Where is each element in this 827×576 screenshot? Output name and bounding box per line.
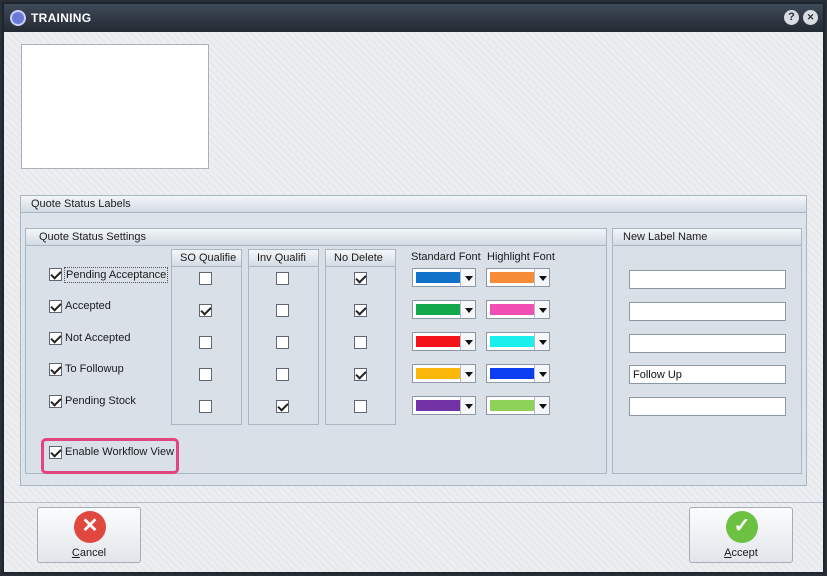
chevron-down-icon (460, 333, 475, 350)
row-label: Pending Stock (65, 395, 136, 407)
chevron-down-icon (534, 333, 549, 350)
new-label-name-header: New Label Name (613, 229, 801, 246)
cancel-x-icon: ✕ (74, 511, 106, 543)
color-swatch (416, 272, 460, 283)
cancel-button[interactable]: ✕ Cancel (37, 507, 141, 563)
close-icon[interactable]: ✕ (803, 10, 818, 25)
annotation-highlight-box (41, 438, 179, 474)
window-client-area: Quote Status Labels Quote Status Setting… (4, 32, 823, 572)
color-swatch (490, 400, 534, 411)
title-bar[interactable]: TRAINING ? ✕ (4, 4, 823, 32)
chevron-down-icon (460, 397, 475, 414)
standard-font-color-dropdown[interactable] (412, 300, 476, 319)
inv-qualified-checkbox[interactable] (276, 304, 289, 317)
row-enabled-checkbox[interactable] (49, 332, 62, 345)
standard-font-color-dropdown[interactable] (412, 332, 476, 351)
no-delete-checkbox[interactable] (354, 304, 367, 317)
color-swatch (416, 304, 460, 315)
new-label-input-3[interactable] (629, 334, 786, 353)
accept-mnemonic: A (724, 547, 732, 559)
training-window: TRAINING ? ✕ Quote Status Labels Quote S… (2, 2, 825, 574)
new-label-name-panel: New Label Name (612, 228, 802, 474)
color-swatch (416, 368, 460, 379)
inv-qualified-checkbox[interactable] (276, 272, 289, 285)
window-title: TRAINING (31, 11, 92, 25)
highlight-font-color-dropdown[interactable] (486, 396, 550, 415)
color-swatch (490, 272, 534, 283)
row-enabled-checkbox[interactable] (49, 300, 62, 313)
new-label-input-5[interactable] (629, 397, 786, 416)
no-delete-checkbox[interactable] (354, 336, 367, 349)
chevron-down-icon (460, 365, 475, 382)
color-swatch (416, 400, 460, 411)
accept-button-label: Accept (690, 547, 792, 559)
highlight-font-color-dropdown[interactable] (486, 300, 550, 319)
color-swatch (490, 336, 534, 347)
no-delete-header[interactable]: No Delete (325, 249, 396, 266)
cancel-button-label: Cancel (38, 547, 140, 559)
row-enabled-checkbox[interactable] (49, 268, 62, 281)
chevron-down-icon (460, 269, 475, 286)
color-swatch (416, 336, 460, 347)
so-qualified-checkbox[interactable] (199, 304, 212, 317)
standard-font-color-dropdown[interactable] (412, 268, 476, 287)
cancel-mnemonic: C (71, 547, 80, 559)
quote-status-settings-header: Quote Status Settings (26, 229, 606, 246)
so-qualified-checkbox[interactable] (199, 368, 212, 381)
row-label: Pending Acceptance (64, 267, 169, 283)
accept-button[interactable]: ✓ Accept (689, 507, 793, 563)
chevron-down-icon (534, 365, 549, 382)
quote-status-labels-header: Quote Status Labels (21, 196, 806, 213)
no-delete-checkbox[interactable] (354, 272, 367, 285)
row-enabled-checkbox[interactable] (49, 395, 62, 408)
so-qualified-checkbox[interactable] (199, 272, 212, 285)
highlight-font-header: Highlight Font (487, 251, 555, 263)
chevron-down-icon (460, 301, 475, 318)
standard-font-color-dropdown[interactable] (412, 364, 476, 383)
no-delete-checkbox[interactable] (354, 400, 367, 413)
help-icon[interactable]: ? (784, 10, 799, 25)
row-enabled-checkbox[interactable] (49, 363, 62, 376)
inv-qualified-checkbox[interactable] (276, 336, 289, 349)
chevron-down-icon (534, 269, 549, 286)
new-label-input-2[interactable] (629, 302, 786, 321)
highlight-font-color-dropdown[interactable] (486, 364, 550, 383)
chevron-down-icon (534, 397, 549, 414)
color-swatch (490, 368, 534, 379)
no-delete-checkbox[interactable] (354, 368, 367, 381)
highlight-font-color-dropdown[interactable] (486, 268, 550, 287)
logo-image-box (21, 44, 209, 169)
color-swatch (490, 304, 534, 315)
so-qualified-checkbox[interactable] (199, 400, 212, 413)
row-label: To Followup (65, 363, 124, 375)
chevron-down-icon (534, 301, 549, 318)
highlight-font-color-dropdown[interactable] (486, 332, 550, 351)
new-label-input-1[interactable] (629, 270, 786, 289)
standard-font-color-dropdown[interactable] (412, 396, 476, 415)
row-label: Not Accepted (65, 332, 131, 344)
inv-qualified-checkbox[interactable] (276, 368, 289, 381)
new-label-input-4[interactable] (629, 365, 786, 384)
dialog-button-bar: ✕ Cancel ✓ Accept (4, 502, 823, 572)
app-logo-icon (10, 10, 26, 26)
so-qualified-header[interactable]: SO Qualifie (171, 249, 242, 266)
accept-label-rest: ccept (731, 547, 758, 559)
inv-qualified-checkbox[interactable] (276, 400, 289, 413)
cancel-label-rest: ancel (79, 547, 107, 559)
inv-qualified-header[interactable]: Inv Qualifi (248, 249, 319, 266)
so-qualified-checkbox[interactable] (199, 336, 212, 349)
standard-font-header: Standard Font (411, 251, 481, 263)
row-label: Accepted (65, 300, 111, 312)
accept-check-icon: ✓ (726, 511, 758, 543)
